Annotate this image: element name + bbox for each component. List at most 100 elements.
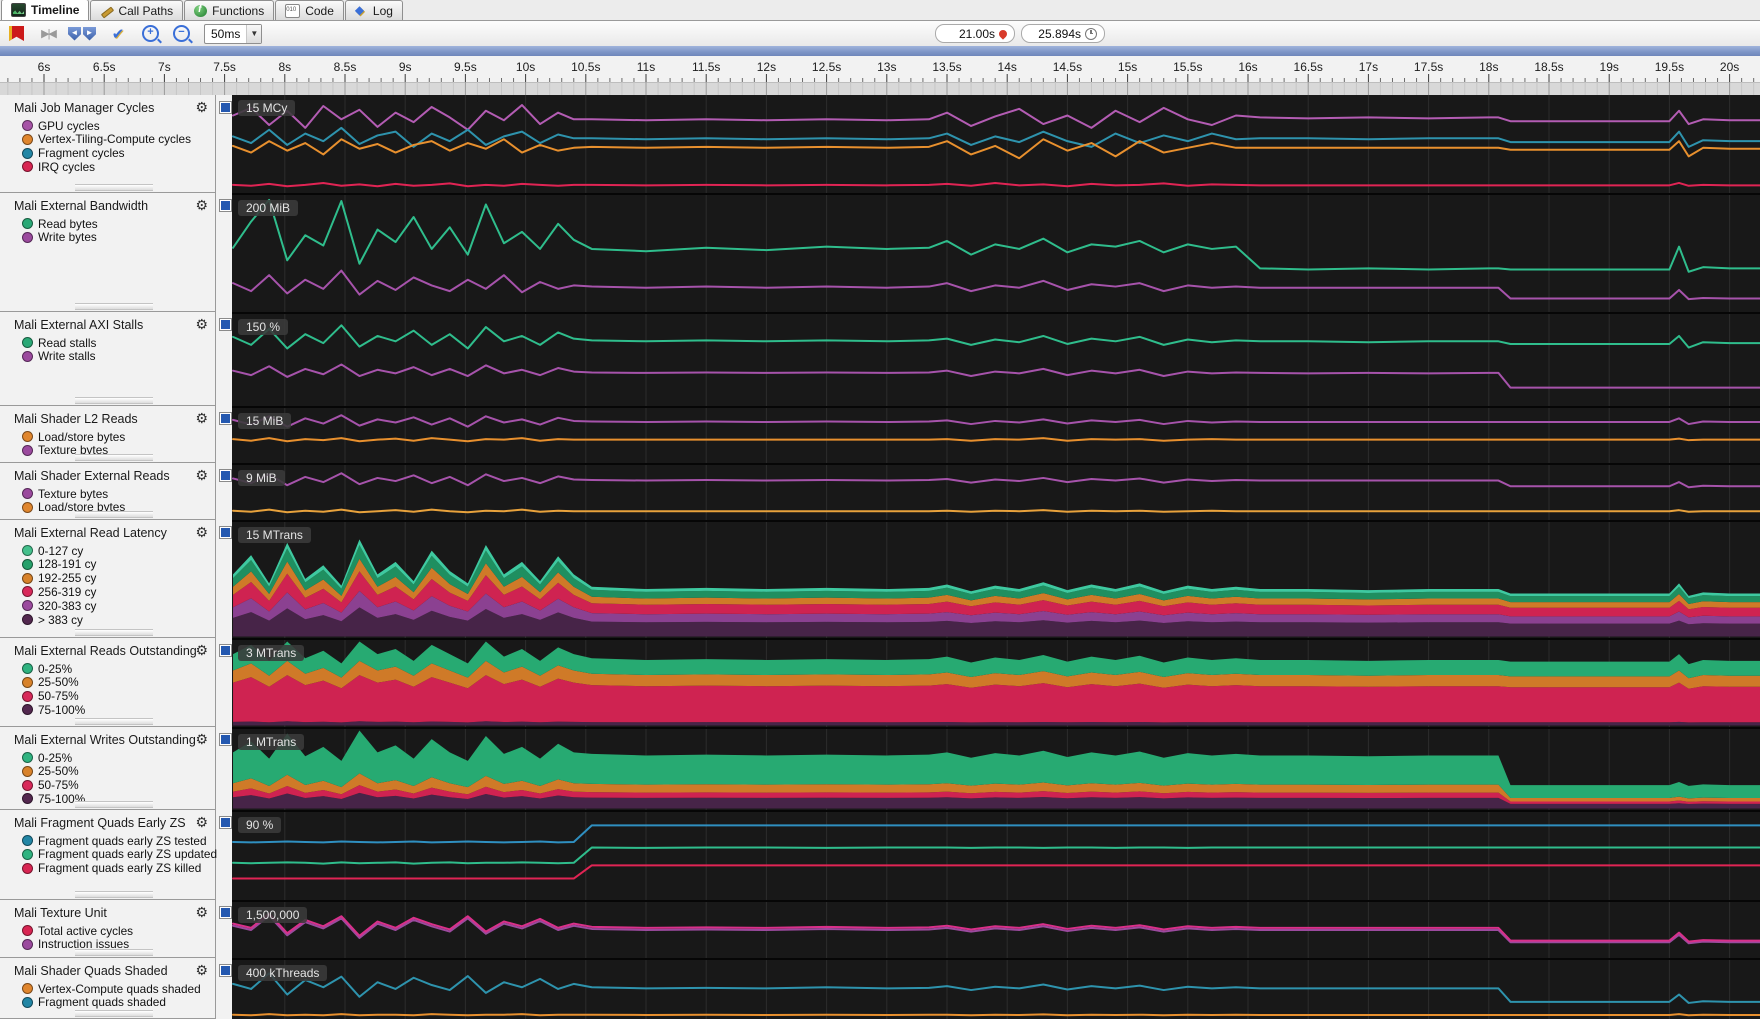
chart-enabled-checkbox[interactable] (219, 469, 232, 482)
legend-item: 75-100% (22, 703, 85, 717)
sidebar-section-3: Mali Shader L2 Reads ⚙ Load/store bytes Tex… (0, 406, 215, 463)
section-resize-grip[interactable] (75, 511, 153, 518)
svg-text:19s: 19s (1600, 60, 1619, 74)
tab-functions[interactable]: Functions (184, 0, 275, 20)
chart-row-5[interactable]: 15 MTrans (232, 520, 1760, 640)
chart-settings-gear-icon[interactable]: ⚙ (195, 731, 208, 748)
bookmark-marker-icon[interactable] (0, 24, 24, 44)
tab-code[interactable]: Code (275, 0, 344, 20)
legend-item: 50-75% (22, 778, 79, 792)
chart-enabled-checkbox[interactable] (219, 526, 232, 539)
legend-color-dot (22, 983, 33, 994)
svg-text:17.5s: 17.5s (1414, 60, 1443, 74)
tab-label: Log (372, 3, 393, 18)
clock-time-field[interactable]: 25.894s (1021, 24, 1105, 43)
clock-time-value: 25.894s (1038, 26, 1081, 41)
chart-row-6[interactable]: 3 MTrans (232, 638, 1760, 729)
legend-item: Texture bytes (22, 487, 108, 501)
section-resize-grip[interactable] (75, 1010, 153, 1017)
chart-title: Mali External Bandwidth (14, 199, 149, 213)
chart-row-7[interactable]: 1 MTrans (232, 727, 1760, 812)
time-ruler[interactable]: 6s 6.5s 7s 7.5s 8s 8.5s 9s 9.5s 10s 10.5s 11s 11.5s… (0, 56, 1760, 95)
chart-enabled-checkbox[interactable] (219, 101, 232, 114)
legend-color-dot (22, 218, 33, 229)
chart-settings-gear-icon[interactable]: ⚙ (195, 197, 208, 214)
section-resize-grip[interactable] (75, 184, 153, 191)
chart-settings-gear-icon[interactable]: ⚙ (195, 904, 208, 921)
chart-row-9[interactable]: 1,500,000 (232, 900, 1760, 960)
chart-settings-gear-icon[interactable]: ⚙ (195, 410, 208, 427)
legend-item: Read stalls (22, 336, 96, 350)
legend-label: Fragment quads shaded (38, 995, 166, 1010)
left-caliper-icon[interactable]: ◄ (68, 26, 81, 41)
chart-row-1[interactable]: 200 MiB (232, 193, 1760, 314)
chart-enabled-checkbox[interactable] (219, 644, 232, 657)
section-resize-grip[interactable] (75, 303, 153, 310)
tab-call-paths[interactable]: Call Paths (90, 0, 184, 20)
section-resize-grip[interactable] (75, 949, 153, 956)
legend-item: IRQ cycles (22, 160, 95, 174)
chart-row-2[interactable]: 150 % (232, 312, 1760, 408)
svg-text:14.5s: 14.5s (1053, 60, 1082, 74)
zoom-out-icon[interactable]: − (159, 24, 190, 44)
right-caliper-icon[interactable]: ► (83, 26, 96, 41)
chart-title: Mali External Reads Outstanding (14, 644, 197, 658)
legend-item: 192-255 cy (22, 571, 96, 585)
chart-enabled-checkbox[interactable] (219, 412, 232, 425)
timeline-chart-icon (11, 3, 26, 17)
chart-row-10[interactable]: 400 kThreads (232, 958, 1760, 1019)
marker-time-field[interactable]: 21.00s (935, 24, 1015, 43)
svg-text:11.5s: 11.5s (692, 60, 720, 74)
tab-timeline[interactable]: Timeline (1, 0, 90, 20)
legend-item: GPU cycles (22, 119, 100, 133)
chart-settings-gear-icon[interactable]: ⚙ (195, 814, 208, 831)
chart-enabled-checkbox[interactable] (219, 733, 232, 746)
chart-settings-gear-icon[interactable]: ⚙ (195, 99, 208, 116)
chart-settings-gear-icon[interactable]: ⚙ (195, 642, 208, 659)
chart-sidebar: Mali Job Manager Cycles ⚙ GPU cycles Vertex… (0, 95, 232, 1019)
legend-item: Read bytes (22, 217, 98, 231)
svg-text:7s: 7s (158, 60, 171, 74)
streamline-timeline-window: Timeline Call Paths Functions Code Log ▶|◀ ◄… (0, 0, 1760, 1019)
chart-settings-gear-icon[interactable]: ⚙ (195, 467, 208, 484)
legend-item: Vertex-Tiling-Compute cycles (22, 132, 191, 146)
legend-color-dot (22, 161, 33, 173)
annotate-brush-icon[interactable]: ✔ (108, 24, 128, 44)
chart-enabled-checkbox[interactable] (219, 816, 232, 829)
chart-row-8[interactable]: 90 % (232, 810, 1760, 902)
zoom-in-icon[interactable]: + (128, 24, 159, 44)
section-resize-grip[interactable] (75, 629, 153, 636)
sidebar-section-2: Mali External AXI Stalls ⚙ Read stalls Writ… (0, 312, 215, 406)
section-resize-grip[interactable] (75, 718, 153, 725)
legend-item: 0-127 cy (22, 544, 83, 558)
pencil-icon (100, 5, 113, 17)
cross-section-markers[interactable]: ◄ ► (68, 24, 96, 44)
section-resize-grip[interactable] (75, 801, 153, 808)
clock-icon (1085, 27, 1097, 40)
legend-label: Fragment quads early ZS killed (38, 861, 202, 876)
chart-row-3[interactable]: 15 MiB (232, 406, 1760, 465)
chart-enabled-checkbox[interactable] (219, 964, 232, 977)
svg-text:16.5s: 16.5s (1294, 60, 1323, 74)
chart-row-0[interactable]: 15 MCy (232, 95, 1760, 193)
tab-log[interactable]: Log (344, 0, 403, 20)
chart-row-4[interactable]: 9 MiB (232, 463, 1760, 522)
collapse-markers-icon[interactable]: ▶|◀ (38, 24, 58, 44)
section-resize-grip[interactable] (75, 454, 153, 461)
section-resize-grip[interactable] (75, 397, 153, 404)
sidebar-section-8: Mali Fragment Quads Early ZS ⚙ Fragment qu… (0, 810, 217, 900)
chart-enabled-checkbox[interactable] (219, 199, 232, 212)
chart-settings-gear-icon[interactable]: ⚙ (195, 962, 208, 979)
chart-enabled-checkbox[interactable] (219, 318, 232, 331)
chart-settings-gear-icon[interactable]: ⚙ (195, 316, 208, 333)
legend-item: 0-25% (22, 662, 72, 676)
bucket-interval-dropdown[interactable]: 50ms ▼ (204, 23, 263, 44)
chart-settings-gear-icon[interactable]: ⚙ (195, 524, 208, 541)
dropdown-arrow-icon[interactable]: ▼ (246, 24, 262, 43)
legend-color-dot (22, 752, 33, 763)
chart-enabled-checkbox[interactable] (219, 906, 232, 919)
section-resize-grip[interactable] (75, 891, 153, 898)
legend-color-dot (22, 938, 33, 950)
legend-label: Fragment cycles (38, 146, 125, 161)
legend-label: 50-75% (38, 689, 79, 704)
